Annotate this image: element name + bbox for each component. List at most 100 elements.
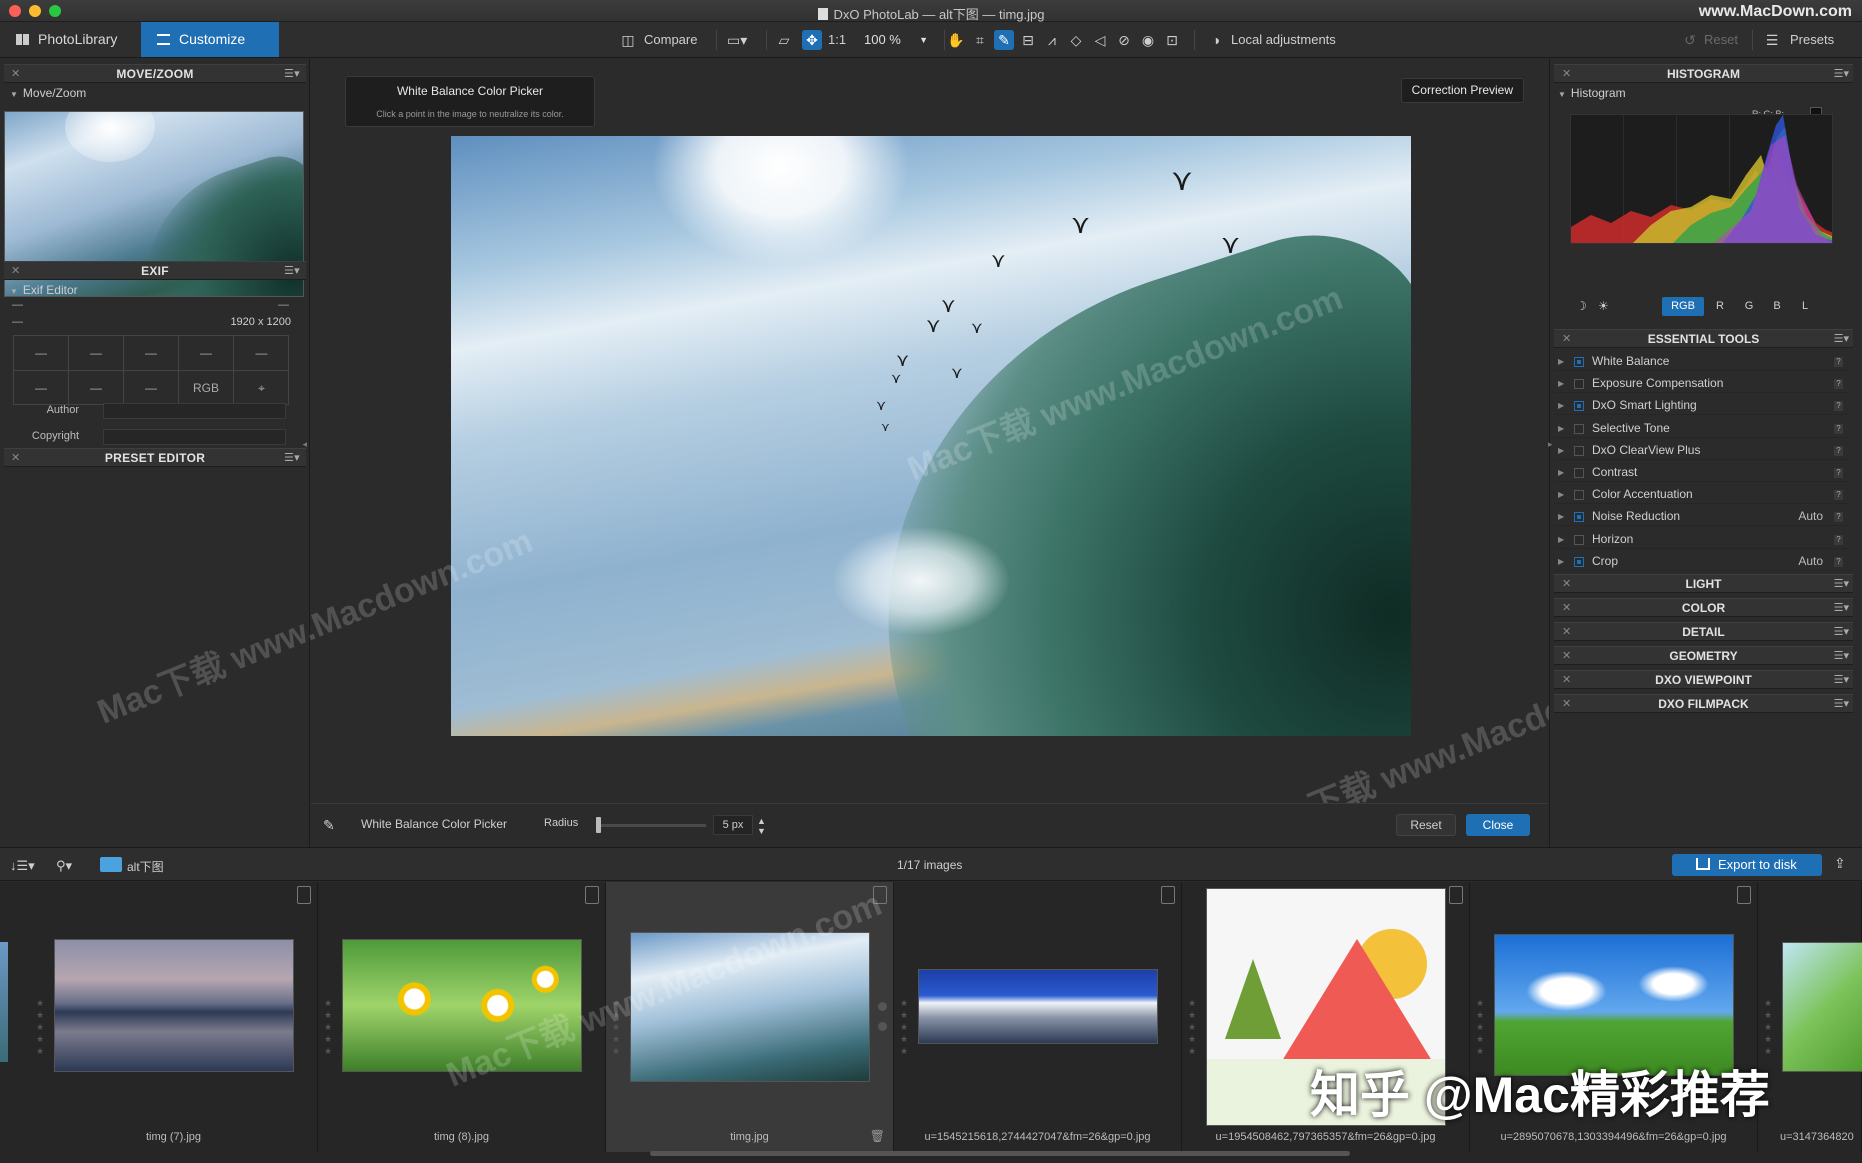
close-button[interactable]: Close — [1466, 814, 1530, 836]
move-zoom-icon[interactable]: ✥ — [802, 30, 822, 50]
histogram-subheader[interactable]: ▼ Histogram — [1558, 86, 1626, 100]
eyedropper-icon[interactable]: ✎ — [994, 30, 1014, 50]
radius-slider-thumb[interactable] — [596, 817, 601, 833]
stepper-icon[interactable]: ▲ ▼ — [757, 816, 766, 836]
disclosure-triangle-icon[interactable]: ▶ — [1558, 463, 1564, 482]
tool-row[interactable]: ▶ Noise Reduction Auto? — [1554, 507, 1849, 527]
exif-palette-header[interactable]: ✕ EXIF ☰▾ — [4, 261, 306, 280]
tool-enable-checkbox[interactable] — [1574, 357, 1584, 367]
tool-enable-checkbox[interactable] — [1574, 534, 1584, 545]
show-mask-icon[interactable]: ⊡ — [1162, 30, 1182, 50]
horizon-tool-icon[interactable]: ⊟ — [1018, 30, 1038, 50]
histogram-channel-r[interactable]: R — [1709, 297, 1731, 316]
filter-icon[interactable]: ⚲▾ — [56, 858, 72, 874]
palette-menu-icon[interactable]: ☰▾ — [1834, 599, 1849, 617]
tool-row[interactable]: ▶ Crop Auto? — [1554, 552, 1849, 571]
palette-menu-icon[interactable]: ☰▾ — [284, 65, 300, 83]
share-icon[interactable]: ⇪ — [1834, 855, 1846, 872]
presets-button[interactable]: Presets — [1790, 29, 1834, 51]
dxo-viewpoint-palette-header[interactable]: ✕ DXO VIEWPOINT ☰▾ — [1554, 670, 1853, 689]
perspective-rect-icon[interactable]: ◇ — [1066, 30, 1086, 50]
radius-value-field[interactable]: 5 px — [713, 815, 753, 835]
collapse-left-panel-icon[interactable]: ◂ — [302, 439, 307, 450]
histogram-palette-header[interactable]: ✕ HISTOGRAM ☰▾ — [1554, 64, 1853, 83]
filmstrip-thumb[interactable]: ★ ★ ★ ★ ★ timg (7).jpg — [30, 882, 318, 1152]
color-palette-header[interactable]: ✕ COLOR ☰▾ — [1554, 598, 1853, 617]
export-to-disk-button[interactable]: Export to disk — [1672, 854, 1822, 876]
move-zoom-palette-header[interactable]: ✕ MOVE/ZOOM ☰▾ — [4, 64, 306, 83]
help-icon[interactable]: ? — [1834, 445, 1843, 456]
close-icon[interactable]: ✕ — [1562, 65, 1571, 83]
tool-row[interactable]: ▶ Selective Tone? — [1554, 419, 1849, 438]
trash-icon[interactable]: 🗑 — [870, 1129, 885, 1143]
help-icon[interactable]: ? — [1834, 401, 1843, 412]
correction-preview-button[interactable]: Correction Preview — [1400, 78, 1524, 103]
copyright-input[interactable] — [103, 429, 286, 445]
tool-enable-checkbox[interactable] — [1574, 401, 1584, 412]
compare-button[interactable]: Compare — [644, 29, 697, 51]
disclosure-triangle-icon[interactable]: ▶ — [1558, 507, 1564, 526]
disclosure-triangle-icon[interactable]: ▶ — [1558, 441, 1564, 460]
tool-row[interactable]: ▶ Exposure Compensation? — [1554, 374, 1849, 394]
disclosure-triangle-icon[interactable]: ▶ — [1558, 485, 1564, 504]
help-icon[interactable]: ? — [1834, 556, 1843, 567]
palette-menu-icon[interactable]: ☰▾ — [1834, 65, 1849, 83]
rating-stars[interactable]: ★ ★ ★ ★ ★ — [900, 997, 910, 1057]
exif-editor-subheader[interactable]: ▼ Exif Editor — [10, 283, 78, 297]
detail-palette-header[interactable]: ✕ DETAIL ☰▾ — [1554, 622, 1853, 641]
crop-tool-icon[interactable]: ⌗ — [970, 30, 990, 50]
compare-icon[interactable]: ◫ — [618, 30, 638, 50]
hand-tool-icon[interactable]: ✋ — [946, 30, 966, 50]
presets-icon[interactable]: ☰ — [1762, 30, 1782, 50]
pin-icon[interactable] — [1737, 886, 1751, 904]
tool-enable-checkbox[interactable] — [1574, 379, 1584, 390]
tool-row[interactable]: ▶ DxO ClearView Plus? — [1554, 441, 1849, 460]
tool-row[interactable]: ▶ DxO Smart Lighting? — [1554, 396, 1849, 416]
rating-stars[interactable]: ★ ★ ★ ★ ★ — [612, 997, 622, 1057]
zoom-one-to-one-button[interactable]: 1:1 — [828, 29, 846, 51]
disclosure-triangle-icon[interactable]: ▶ — [1558, 530, 1564, 549]
disclosure-triangle-icon[interactable]: ▶ — [1558, 419, 1564, 438]
rating-stars[interactable]: ★ ★ ★ ★ ★ — [36, 997, 46, 1057]
perspective-icon[interactable]: ⩘ — [1042, 30, 1062, 50]
rating-stars[interactable]: ★ ★ ★ ★ ★ — [324, 997, 334, 1057]
rating-stars[interactable]: ★ ★ ★ ★ ★ — [1476, 997, 1486, 1057]
geometry-palette-header[interactable]: ✕ GEOMETRY ☰▾ — [1554, 646, 1853, 665]
tool-row[interactable]: ▶ White Balance? — [1554, 352, 1849, 371]
help-icon[interactable]: ? — [1834, 468, 1843, 478]
disclosure-triangle-icon[interactable]: ▶ — [1558, 374, 1564, 393]
close-icon[interactable]: ✕ — [1562, 671, 1571, 689]
repair-tool-icon[interactable]: ⊘ — [1114, 30, 1134, 50]
palette-menu-icon[interactable]: ☰▾ — [1834, 695, 1849, 713]
filmstrip-thumb[interactable]: ★ ★ ★ ★ ★ u=1545215618,2744427047&fm=26&gp=0… — [894, 882, 1182, 1152]
radius-slider-track[interactable] — [596, 824, 706, 827]
layout-icon[interactable]: ▭▾ — [727, 30, 747, 50]
tool-enable-checkbox[interactable] — [1574, 512, 1584, 523]
palette-menu-icon[interactable]: ☰▾ — [1834, 623, 1849, 641]
tool-row[interactable]: ▶ Color Accentuation? — [1554, 485, 1849, 505]
close-icon[interactable]: ✕ — [11, 262, 21, 280]
help-icon[interactable]: ? — [1834, 379, 1843, 390]
disclosure-triangle-icon[interactable]: ▶ — [1558, 396, 1564, 415]
essential-tools-palette-header[interactable]: ✕ ESSENTIAL TOOLS ☰▾ — [1554, 329, 1853, 348]
preset-editor-palette-header[interactable]: ✕ PRESET EDITOR ☰▾ — [4, 448, 306, 467]
tool-row[interactable]: ▶ Horizon? — [1554, 530, 1849, 549]
help-icon[interactable]: ? — [1834, 490, 1843, 501]
shadow-clipping-icon[interactable]: ☽ — [1576, 299, 1587, 313]
close-icon[interactable]: ✕ — [11, 65, 21, 83]
histogram-channel-b[interactable]: B — [1766, 297, 1788, 316]
close-icon[interactable]: ✕ — [1562, 623, 1571, 641]
main-photo[interactable]: ⋎ ⋎ ⋎ ⋎ ⋎ ⋎ ⋎ ⋎ ⋎ ⋎ ⋎ ⋎ Mac下载 www.Macdow… — [451, 136, 1411, 736]
local-adjustments-button[interactable]: Local adjustments — [1231, 29, 1336, 51]
pin-icon[interactable] — [1161, 886, 1175, 904]
close-icon[interactable]: ✕ — [1562, 330, 1571, 348]
tool-enable-checkbox[interactable] — [1574, 445, 1584, 456]
pin-icon[interactable] — [873, 886, 887, 904]
tab-photolibrary[interactable]: PhotoLibrary — [0, 22, 140, 57]
volume-deformation-icon[interactable]: ◁ — [1090, 30, 1110, 50]
fit-screen-icon[interactable]: ▱ — [774, 30, 794, 50]
pin-icon[interactable] — [585, 886, 599, 904]
close-icon[interactable]: ✕ — [1562, 695, 1571, 713]
close-icon[interactable]: ✕ — [1562, 647, 1571, 665]
help-icon[interactable]: ? — [1834, 423, 1843, 434]
